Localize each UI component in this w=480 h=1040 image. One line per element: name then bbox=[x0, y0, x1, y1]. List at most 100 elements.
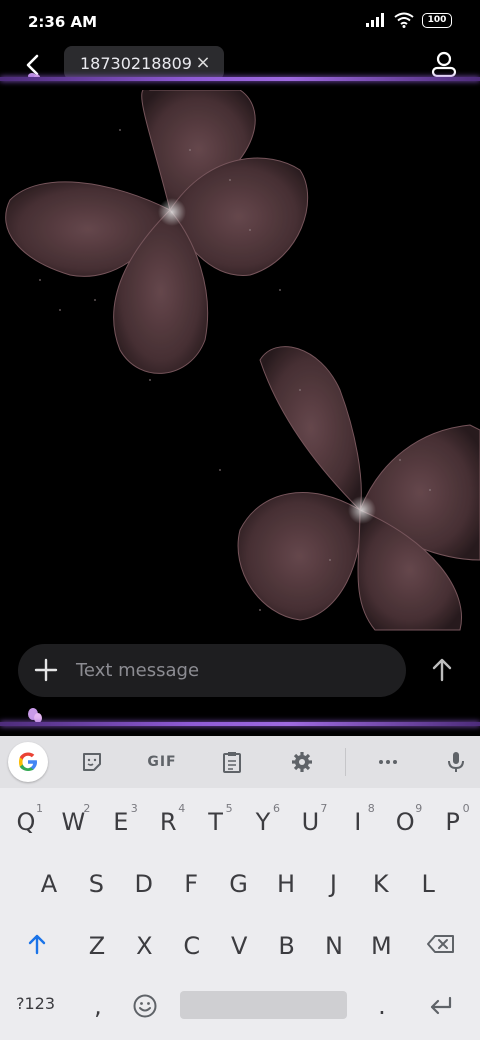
key-label: C bbox=[183, 932, 201, 960]
key-b[interactable]: B bbox=[264, 920, 310, 972]
shift-icon bbox=[28, 934, 46, 955]
status-bar: 2:36 AM 100 bbox=[0, 0, 480, 44]
key-label: F bbox=[184, 870, 199, 898]
sticker-button[interactable] bbox=[78, 748, 106, 776]
shift-key[interactable] bbox=[14, 918, 60, 970]
battery-indicator: 100 bbox=[422, 12, 452, 28]
contact-icon[interactable] bbox=[430, 50, 458, 78]
remove-recipient-button[interactable]: × bbox=[194, 52, 212, 73]
accent-line-bottom bbox=[0, 722, 480, 726]
key-label: N bbox=[325, 932, 343, 960]
emoji-icon bbox=[133, 994, 157, 1018]
status-icons: 100 bbox=[366, 12, 452, 28]
signal-icon bbox=[366, 13, 384, 27]
key-z[interactable]: Z bbox=[74, 920, 120, 972]
send-arrow-icon[interactable] bbox=[428, 656, 456, 684]
key-e[interactable]: E3 bbox=[98, 796, 144, 848]
key-s[interactable]: S bbox=[73, 858, 119, 910]
key-label: Y bbox=[255, 808, 271, 836]
key-label: A bbox=[40, 870, 58, 898]
key-u[interactable]: U7 bbox=[287, 796, 333, 848]
backspace-key[interactable] bbox=[418, 918, 464, 970]
key-j[interactable]: J bbox=[310, 858, 356, 910]
key-hint: 2 bbox=[83, 802, 91, 815]
key-d[interactable]: D bbox=[121, 858, 167, 910]
conversation-wallpaper bbox=[0, 90, 480, 635]
key-label: K bbox=[372, 870, 389, 898]
key-label: T bbox=[208, 808, 223, 836]
key-m[interactable]: M bbox=[358, 920, 404, 972]
settings-button[interactable] bbox=[288, 748, 316, 776]
key-y[interactable]: Y6 bbox=[240, 796, 286, 848]
google-button[interactable] bbox=[8, 742, 48, 782]
gif-button[interactable]: GIF bbox=[146, 748, 178, 776]
key-label: G bbox=[229, 870, 248, 898]
key-q[interactable]: Q1 bbox=[3, 796, 49, 848]
mic-button[interactable] bbox=[442, 748, 470, 776]
key-label: I bbox=[354, 808, 362, 836]
key-hint: 5 bbox=[225, 802, 233, 815]
clipboard-icon bbox=[223, 752, 241, 773]
messaging-screen: 2:36 AM 100 1 8 7 30218809 × Text message G… bbox=[0, 0, 480, 1040]
key-n[interactable]: N bbox=[311, 920, 357, 972]
key-label: V bbox=[230, 932, 248, 960]
period-key[interactable]: . bbox=[359, 980, 405, 1032]
key-h[interactable]: H bbox=[263, 858, 309, 910]
key-hint: 4 bbox=[178, 802, 186, 815]
key-label: R bbox=[159, 808, 177, 836]
key-r[interactable]: R4 bbox=[145, 796, 191, 848]
wifi-icon bbox=[394, 12, 414, 28]
key-label: J bbox=[329, 870, 337, 898]
key-i[interactable]: I8 bbox=[335, 796, 381, 848]
key-label: L bbox=[421, 870, 435, 898]
key-g[interactable]: G bbox=[216, 858, 262, 910]
google-icon bbox=[19, 752, 37, 771]
butterfly-wallpaper-image bbox=[5, 90, 480, 631]
enter-key[interactable] bbox=[418, 980, 464, 1032]
key-hint: 1 bbox=[36, 802, 43, 815]
emoji-key[interactable] bbox=[122, 980, 168, 1032]
enter-icon bbox=[430, 996, 452, 1015]
back-arrow-icon[interactable] bbox=[20, 52, 48, 80]
message-input[interactable]: Text message bbox=[76, 660, 199, 681]
key-label: E bbox=[113, 808, 129, 836]
key-hint: 6 bbox=[273, 802, 280, 815]
clipboard-button[interactable] bbox=[218, 748, 246, 776]
symbols-key[interactable]: ?123 bbox=[16, 994, 55, 1013]
key-label: S bbox=[88, 870, 104, 898]
recipient-number: 18730218809 bbox=[80, 53, 192, 73]
keyboard: G I F Q 1 W 2 E 3 R 4 T 5 Y 6 U 7 I 8 O 9 … bbox=[0, 736, 480, 1040]
sticker-icon bbox=[83, 753, 101, 771]
accent-line-top bbox=[0, 77, 480, 81]
comma-key[interactable]: , bbox=[75, 980, 121, 1032]
key-c[interactable]: C bbox=[169, 920, 215, 972]
key-hint: 8 bbox=[367, 802, 375, 815]
key-a[interactable]: A bbox=[26, 858, 72, 910]
status-time: 2:36 AM bbox=[28, 13, 98, 31]
recipient-chip[interactable]: 18730218809 × bbox=[64, 46, 224, 80]
key-p[interactable]: P0 bbox=[430, 796, 476, 848]
key-hint: 7 bbox=[320, 802, 328, 815]
key-l[interactable]: L bbox=[405, 858, 451, 910]
key-label: B bbox=[278, 932, 295, 960]
mic-icon bbox=[448, 752, 464, 772]
space-key[interactable] bbox=[180, 991, 347, 1019]
key-label: M bbox=[371, 932, 392, 960]
key-hint: 3 bbox=[130, 802, 138, 815]
key-label: Z bbox=[88, 932, 106, 960]
key-label: W bbox=[61, 808, 86, 836]
more-button[interactable] bbox=[374, 748, 402, 776]
key-x[interactable]: X bbox=[121, 920, 167, 972]
toolbar-divider bbox=[345, 748, 346, 776]
key-w[interactable]: W2 bbox=[50, 796, 96, 848]
plus-icon[interactable] bbox=[32, 656, 60, 684]
key-v[interactable]: V bbox=[216, 920, 262, 972]
key-hint: 0 bbox=[462, 802, 470, 815]
key-k[interactable]: K bbox=[358, 858, 404, 910]
key-label: U bbox=[301, 808, 320, 836]
key-o[interactable]: O9 bbox=[382, 796, 428, 848]
key-t[interactable]: T5 bbox=[193, 796, 239, 848]
key-label: D bbox=[134, 870, 154, 898]
key-f[interactable]: F bbox=[168, 858, 214, 910]
key-label: Q bbox=[16, 808, 36, 836]
